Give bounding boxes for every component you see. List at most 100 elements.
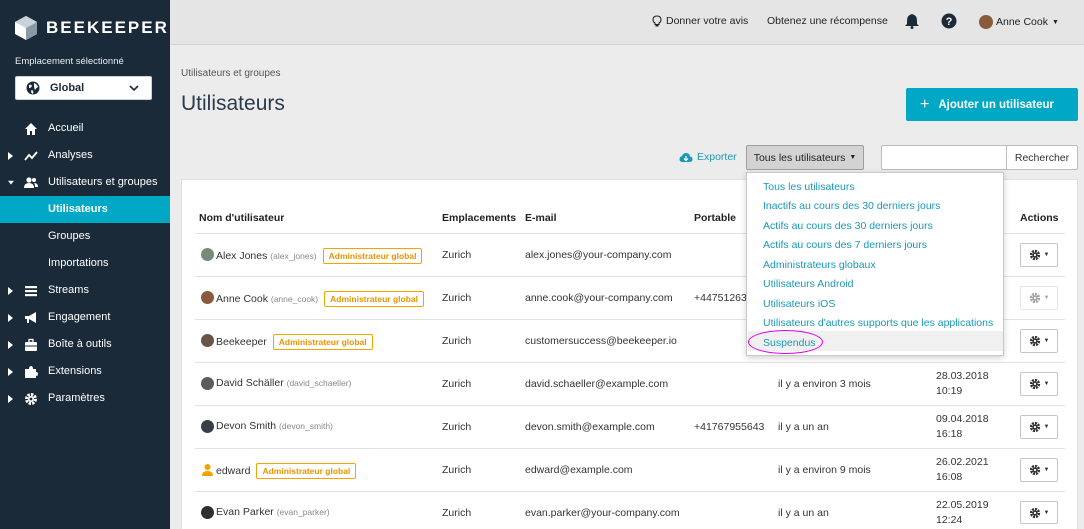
export-label: Exporter — [697, 151, 737, 163]
add-user-button[interactable]: + Ajouter un utilisateur — [906, 88, 1078, 121]
stream-icon — [25, 286, 37, 297]
avatar — [201, 248, 214, 261]
sidebar-item-label: Streams — [48, 284, 89, 296]
column-header-locations[interactable]: Emplacements — [442, 212, 516, 224]
user-filter-dropdown[interactable]: Tous les utilisateurs ▼ — [746, 145, 864, 170]
column-header-actions: Actions — [1020, 212, 1059, 224]
reward-link[interactable]: Obtenez une récompense — [767, 15, 888, 27]
sidebar-item-toolbox[interactable]: Boîte à outils — [0, 331, 170, 358]
bell-icon[interactable] — [904, 13, 920, 29]
email-cell: edward@example.com — [525, 464, 633, 476]
table-row[interactable]: David Schäller (david_schaeller) Zurich … — [195, 362, 1065, 405]
menu-item-global-admins[interactable]: Administrateurs globaux — [763, 259, 876, 271]
sidebar-item-label: Boîte à outils — [48, 338, 112, 350]
avatar — [201, 420, 214, 433]
created-time-cell: 12:24 — [936, 514, 963, 526]
user-cell: Beekeeper Administrateur global — [216, 334, 373, 350]
menu-item-inactive-30[interactable]: Inactifs au cours des 30 derniers jours — [763, 200, 940, 212]
user-name[interactable]: Devon Smith — [216, 420, 276, 432]
email-cell: alex.jones@your-company.com — [525, 249, 672, 261]
sidebar-item-analyses[interactable]: Analyses — [0, 142, 170, 169]
row-actions-button[interactable]: ▼ — [1020, 286, 1058, 310]
brand-logo[interactable]: BEEKEEPER — [15, 16, 169, 40]
caret-right-icon — [8, 395, 13, 403]
sidebar-item-users-groups[interactable]: Utilisateurs et groupes — [0, 169, 170, 196]
location-cell: Zurich — [442, 335, 472, 347]
caret-down-icon: ▼ — [1043, 467, 1050, 473]
row-actions-button[interactable]: ▼ — [1020, 243, 1058, 267]
email-cell: anne.cook@your-company.com — [525, 292, 673, 304]
gear-icon — [1029, 421, 1040, 433]
chart-line-icon — [24, 151, 38, 161]
location-cell: Zurich — [442, 464, 472, 476]
user-name[interactable]: Evan Parker — [216, 506, 274, 518]
menu-item-all-users[interactable]: Tous les utilisateurs — [763, 181, 855, 193]
user-name[interactable]: Anne Cook — [216, 293, 268, 305]
created-time-cell: 10:19 — [936, 385, 963, 397]
user-name[interactable]: edward — [216, 465, 250, 477]
user-menu[interactable]: Anne Cook ▼ — [979, 15, 1059, 29]
sidebar-subitem-utilisateurs[interactable]: Utilisateurs — [0, 196, 170, 223]
email-cell: devon.smith@example.com — [525, 421, 655, 433]
sidebar-subitem-label: Importations — [48, 257, 109, 269]
column-header-mobile[interactable]: Portable — [694, 212, 736, 224]
table-row[interactable]: edward Administrateur global Zurich edwar… — [195, 448, 1065, 491]
created-date-cell: 28.03.2018 — [936, 370, 989, 382]
menu-item-ios-users[interactable]: Utilisateurs iOS — [763, 298, 835, 310]
breadcrumb[interactable]: Utilisateurs et groupes — [181, 68, 281, 79]
menu-item-other-support-users[interactable]: Utilisateurs d'autres supports que les a… — [763, 317, 993, 329]
highlight-annotation-ring — [748, 330, 823, 354]
sidebar-subitem-label: Groupes — [48, 230, 91, 242]
reward-label: Obtenez une récompense — [767, 15, 888, 27]
caret-down-icon: ▼ — [1043, 381, 1050, 387]
user-name: Anne Cook — [996, 16, 1048, 28]
location-select[interactable]: Global — [15, 76, 152, 100]
sidebar-item-streams[interactable]: Streams — [0, 277, 170, 304]
caret-down-icon: ▼ — [1043, 338, 1050, 344]
menu-item-android-users[interactable]: Utilisateurs Android — [763, 278, 853, 290]
help-icon[interactable]: ? — [941, 13, 957, 29]
location-cell: Zurich — [442, 249, 472, 261]
sidebar-subitem-groupes[interactable]: Groupes — [0, 223, 170, 250]
menu-item-active-7[interactable]: Actifs au cours des 7 derniers jours — [763, 239, 927, 251]
user-name[interactable]: Beekeeper — [216, 336, 267, 348]
column-header-username[interactable]: Nom d'utilisateur — [199, 212, 284, 224]
sidebar-item-extensions[interactable]: Extensions — [0, 358, 170, 385]
row-actions-button[interactable]: ▼ — [1020, 415, 1058, 439]
row-actions-button[interactable]: ▼ — [1020, 501, 1058, 524]
search-button[interactable]: Rechercher — [1006, 145, 1078, 170]
user-handle: (evan_parker) — [276, 507, 330, 517]
column-header-email[interactable]: E-mail — [525, 212, 557, 224]
gear-icon — [25, 393, 37, 405]
add-user-label: Ajouter un utilisateur — [938, 98, 1054, 111]
sidebar-item-label: Extensions — [48, 365, 102, 377]
gear-icon — [1029, 464, 1040, 476]
cloud-download-icon — [679, 152, 693, 162]
sidebar-item-parametres[interactable]: Paramètres — [0, 385, 170, 412]
sidebar-subitem-importations[interactable]: Importations — [0, 250, 170, 277]
gear-icon — [1029, 249, 1040, 261]
top-bar: Donner votre avis Obtenez une récompense… — [170, 0, 1084, 45]
menu-item-active-30[interactable]: Actifs au cours des 30 derniers jours — [763, 220, 933, 232]
sidebar-item-engagement[interactable]: Engagement — [0, 304, 170, 331]
row-actions-button[interactable]: ▼ — [1020, 329, 1058, 353]
search-input[interactable] — [881, 145, 1007, 170]
feedback-link[interactable]: Donner votre avis — [652, 15, 748, 27]
export-link[interactable]: Exporter — [679, 151, 737, 163]
table-row[interactable]: Evan Parker (evan_parker) Zurich evan.pa… — [195, 491, 1065, 529]
avatar — [201, 377, 214, 390]
user-cell: Devon Smith (devon_smith) — [216, 420, 333, 432]
row-actions-button[interactable]: ▼ — [1020, 458, 1058, 482]
avatar — [201, 291, 214, 304]
caret-down-icon: ▼ — [1051, 18, 1059, 26]
feedback-label: Donner votre avis — [666, 15, 749, 27]
table-row[interactable]: Devon Smith (devon_smith) Zurich devon.s… — [195, 405, 1065, 448]
sidebar-nav: Accueil Analyses Utilisateurs et groupes… — [0, 115, 170, 412]
status-badge: Administrateur global — [256, 463, 357, 479]
avatar — [979, 15, 993, 29]
user-name[interactable]: Alex Jones — [216, 250, 267, 262]
puzzle-icon — [25, 366, 38, 378]
sidebar-item-accueil[interactable]: Accueil — [0, 115, 170, 142]
user-name[interactable]: David Schäller — [216, 377, 284, 389]
row-actions-button[interactable]: ▼ — [1020, 372, 1058, 396]
